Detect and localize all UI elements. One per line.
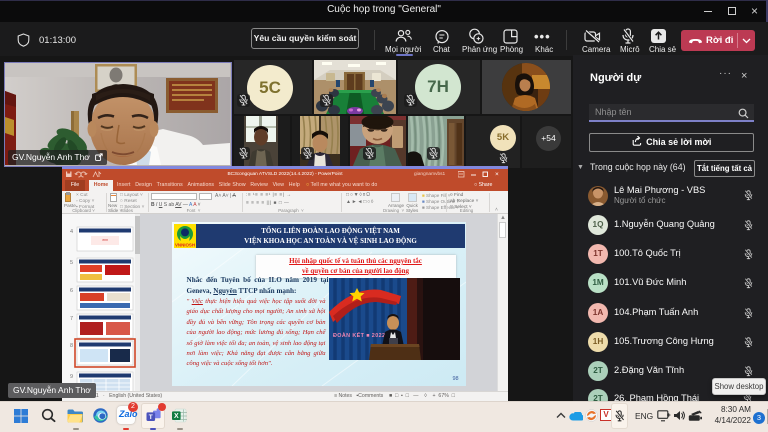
svg-text:***: *** (102, 239, 108, 245)
svg-text:6: 6 (70, 288, 73, 294)
svg-text:ĐOÀN KẾT ■ 2022: ĐOÀN KẾT ■ 2022 (333, 332, 385, 339)
svg-text:5: 5 (70, 260, 73, 266)
svg-text:9: 9 (70, 374, 73, 380)
svg-text:T: T (149, 414, 153, 421)
svg-text:4: 4 (70, 229, 73, 235)
svg-text:VNNIOSH: VNNIOSH (175, 243, 195, 248)
svg-text:X: X (174, 413, 179, 420)
svg-text:8: 8 (70, 343, 73, 349)
svg-text:7: 7 (70, 316, 73, 322)
